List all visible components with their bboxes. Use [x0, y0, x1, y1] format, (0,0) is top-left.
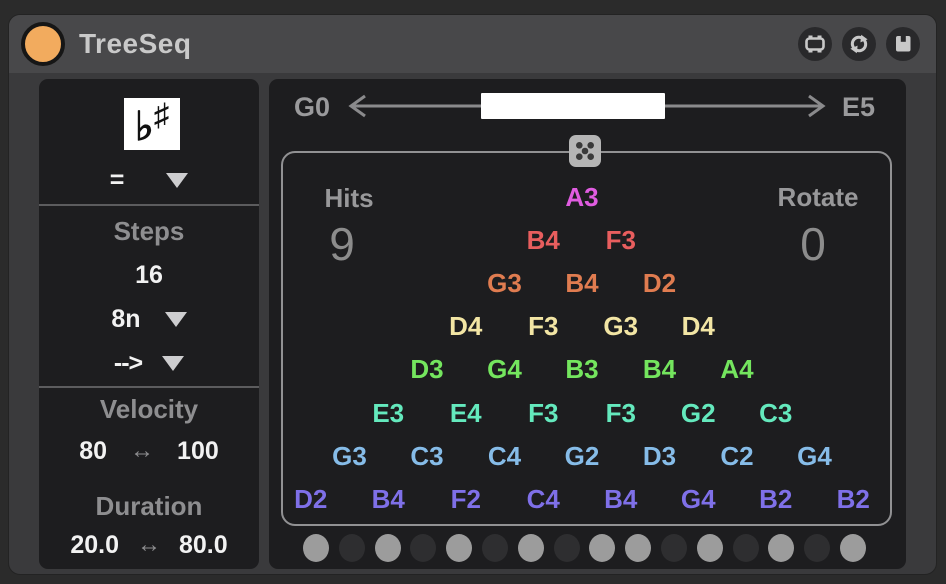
device-title: TreeSeq [79, 28, 191, 60]
steps-label: Steps [39, 216, 259, 246]
velocity-low-field[interactable]: 80 [79, 437, 107, 466]
sequencer-panel: G0 E5 Hits 9 Rotate 0 A3B4F3G3B4D2D4F3G3… [269, 79, 906, 569]
chevron-down-icon [166, 173, 188, 188]
dice-five-icon [569, 135, 601, 167]
duration-label: Duration [39, 491, 259, 521]
step-dot [482, 534, 508, 562]
step-dot [733, 534, 759, 562]
step-dot [339, 534, 365, 562]
step-dot [589, 534, 615, 562]
direction-dropdown[interactable]: --> [39, 348, 259, 378]
divider [39, 386, 259, 388]
duration-range-row: 20.0 ↔ 80.0 [39, 530, 259, 560]
duration-low-field[interactable]: 20.0 [70, 531, 119, 560]
mode-dropdown[interactable]: = [39, 165, 259, 195]
velocity-high-field[interactable]: 100 [177, 437, 219, 466]
divider [39, 204, 259, 206]
velocity-range-row: 80 ↔ 100 [39, 436, 259, 466]
sharp-icon: ♯ [154, 97, 170, 133]
step-dot [625, 534, 651, 562]
device-activity-led[interactable] [21, 22, 65, 66]
sync-button[interactable] [842, 27, 876, 61]
titlebar-buttons [798, 27, 936, 61]
step-dot [446, 534, 472, 562]
left-right-arrow-icon: ↔ [137, 531, 161, 559]
step-dot [303, 534, 329, 562]
left-right-arrow-icon: ↔ [130, 437, 154, 465]
chevron-down-icon [165, 312, 187, 327]
velocity-label: Velocity [39, 394, 259, 424]
controls-panel: ♭ ♯ = Steps 16 8n --> Velocity 80 ↔ [39, 79, 259, 569]
window-frame-icon [798, 27, 832, 61]
step-dot [697, 534, 723, 562]
accidental-button[interactable]: ♭ ♯ [124, 98, 180, 150]
save-icon [886, 27, 920, 61]
dice-button[interactable] [569, 135, 601, 167]
screen: TreeSeq [0, 0, 946, 584]
treeseq-device: TreeSeq [8, 14, 937, 575]
flat-icon: ♭ [135, 104, 154, 150]
window-frame-button[interactable] [798, 27, 832, 61]
titlebar: TreeSeq [9, 15, 936, 73]
step-dot [804, 534, 830, 562]
step-dot [661, 534, 687, 562]
step-dot [554, 534, 580, 562]
direction-value: --> [114, 349, 142, 378]
steps-count-field[interactable]: 16 [39, 260, 259, 290]
step-dot [840, 534, 866, 562]
rate-value: 8n [111, 305, 140, 334]
step-dot [768, 534, 794, 562]
step-dot [518, 534, 544, 562]
save-button[interactable] [886, 27, 920, 61]
rate-dropdown[interactable]: 8n [39, 304, 259, 334]
step-dot [410, 534, 436, 562]
duration-high-field[interactable]: 80.0 [179, 531, 228, 560]
mode-value: = [110, 166, 125, 195]
sync-icon [842, 27, 876, 61]
chevron-down-icon [162, 356, 184, 371]
step-dot [375, 534, 401, 562]
